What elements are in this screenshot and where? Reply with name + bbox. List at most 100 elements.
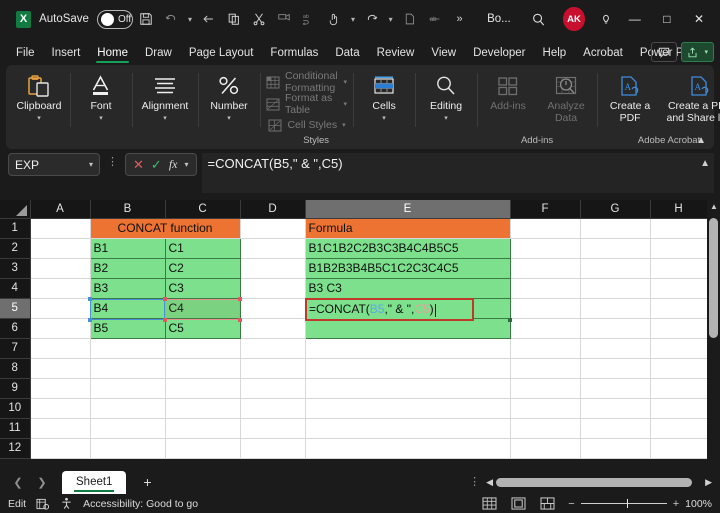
more-commands-icon[interactable]: » bbox=[448, 6, 471, 32]
format-painter-icon[interactable] bbox=[272, 6, 295, 32]
cell-b12[interactable] bbox=[90, 438, 166, 459]
ribbon-tab-insert[interactable]: Insert bbox=[44, 44, 89, 63]
create-pdf-button[interactable]: A Create a PDF bbox=[599, 73, 661, 125]
cell-a1[interactable] bbox=[30, 218, 91, 239]
cell-f6[interactable] bbox=[510, 318, 581, 339]
zoom-slider[interactable] bbox=[580, 499, 667, 508]
ribbon-tab-formulas[interactable]: Formulas bbox=[262, 44, 326, 63]
cell-g6[interactable] bbox=[580, 318, 651, 339]
cell-e3[interactable]: B1B2B3B4B5C1C2C3C4C5 bbox=[305, 258, 511, 279]
cell-d9[interactable] bbox=[240, 378, 306, 399]
column-header-c[interactable]: C bbox=[165, 200, 241, 219]
cell-a6[interactable] bbox=[30, 318, 91, 339]
number-chevron-down-icon[interactable]: ▾ bbox=[227, 115, 231, 122]
cell-d8[interactable] bbox=[240, 358, 306, 379]
cell-a4[interactable] bbox=[30, 278, 91, 299]
row-header-8[interactable]: 8 bbox=[0, 358, 31, 379]
triangle-left-icon[interactable]: ◀ bbox=[486, 477, 493, 488]
cell-g1[interactable] bbox=[580, 218, 651, 239]
vertical-scrollbar-thumb[interactable] bbox=[709, 218, 718, 338]
horizontal-scrollbar[interactable]: ◀ ▶ bbox=[486, 477, 712, 488]
cell-d11[interactable] bbox=[240, 418, 306, 439]
cell-d5[interactable] bbox=[240, 298, 306, 319]
chevron-left-icon[interactable]: ❮ bbox=[6, 471, 30, 493]
cell-b2[interactable]: B1 bbox=[90, 238, 166, 259]
cell-a12[interactable] bbox=[30, 438, 91, 459]
comment-icon[interactable] bbox=[651, 42, 678, 62]
cell-h2[interactable] bbox=[650, 238, 708, 259]
cell-e12[interactable] bbox=[305, 438, 511, 459]
cell-b10[interactable] bbox=[90, 398, 166, 419]
ribbon-tab-page-layout[interactable]: Page Layout bbox=[181, 44, 262, 63]
cell-c9[interactable] bbox=[165, 378, 241, 399]
cell-f11[interactable] bbox=[510, 418, 581, 439]
editing-button[interactable]: Editing ▾ bbox=[417, 73, 475, 123]
add-ins-button[interactable]: Add-ins bbox=[479, 73, 537, 114]
redo-icon[interactable] bbox=[360, 6, 383, 32]
cell-styles-chevron-down-icon[interactable]: ▾ bbox=[342, 121, 346, 129]
cell-styles-button[interactable]: Cell Styles ▾ bbox=[263, 115, 349, 135]
cell-a9[interactable] bbox=[30, 378, 91, 399]
cell-f2[interactable] bbox=[510, 238, 581, 259]
cell-a11[interactable] bbox=[30, 418, 91, 439]
cell-a10[interactable] bbox=[30, 398, 91, 419]
search-icon[interactable] bbox=[525, 6, 552, 32]
cell-b5[interactable]: B4 bbox=[90, 298, 166, 319]
spelling-icon[interactable]: ab bbox=[298, 6, 321, 32]
cell-d7[interactable] bbox=[240, 338, 306, 359]
number-button[interactable]: Number ▾ bbox=[200, 73, 258, 123]
cell-f10[interactable] bbox=[510, 398, 581, 419]
cell-h12[interactable] bbox=[650, 438, 708, 459]
cell-f1[interactable] bbox=[510, 218, 581, 239]
cell-f4[interactable] bbox=[510, 278, 581, 299]
more-vertical-icon[interactable]: ⋮ bbox=[469, 476, 480, 488]
chevron-up-icon[interactable]: ▲ bbox=[696, 135, 706, 146]
cell-c4[interactable]: C3 bbox=[165, 278, 241, 299]
cell-c11[interactable] bbox=[165, 418, 241, 439]
cell-g3[interactable] bbox=[580, 258, 651, 279]
row-header-9[interactable]: 9 bbox=[0, 378, 31, 399]
cell-g7[interactable] bbox=[580, 338, 651, 359]
cell-b11[interactable] bbox=[90, 418, 166, 439]
autosave-toggle[interactable]: Off bbox=[96, 9, 133, 29]
cell-d1[interactable] bbox=[240, 218, 306, 239]
cell-d3[interactable] bbox=[240, 258, 306, 279]
editing-chevron-down-icon[interactable]: ▾ bbox=[444, 115, 448, 122]
ribbon-tab-review[interactable]: Review bbox=[369, 44, 423, 63]
cell-g10[interactable] bbox=[580, 398, 651, 419]
cell-e6[interactable] bbox=[305, 318, 511, 339]
cell-c12[interactable] bbox=[165, 438, 241, 459]
cell-f3[interactable] bbox=[510, 258, 581, 279]
cell-e8[interactable] bbox=[305, 358, 511, 379]
ribbon-tab-file[interactable]: File bbox=[8, 44, 43, 63]
cell-b9[interactable] bbox=[90, 378, 166, 399]
cell-a8[interactable] bbox=[30, 358, 91, 379]
cell-a2[interactable] bbox=[30, 238, 91, 259]
fill-handle[interactable] bbox=[508, 318, 512, 322]
fx-chevron-down-icon[interactable]: ▾ bbox=[184, 160, 188, 169]
formula-input[interactable]: =CONCAT(B5," & ",C5) bbox=[201, 153, 714, 193]
cell-f12[interactable] bbox=[510, 438, 581, 459]
cell-h10[interactable] bbox=[650, 398, 708, 419]
touch-dropdown-icon[interactable]: ▾ bbox=[348, 6, 359, 32]
cell-d12[interactable] bbox=[240, 438, 306, 459]
cell-g5[interactable] bbox=[580, 298, 651, 319]
cell-d2[interactable] bbox=[240, 238, 306, 259]
fx-icon[interactable]: fx bbox=[169, 157, 178, 172]
column-header-h[interactable]: H bbox=[650, 200, 708, 219]
cell-c3[interactable]: C2 bbox=[165, 258, 241, 279]
font-button[interactable]: Font ▾ bbox=[72, 73, 130, 123]
cancel-x-icon[interactable]: ✕ bbox=[133, 157, 144, 173]
format-as-table-chevron-down-icon[interactable]: ▾ bbox=[344, 100, 348, 108]
cell-b6[interactable]: B5 bbox=[90, 318, 166, 339]
zoom-out-button[interactable]: − bbox=[568, 498, 574, 510]
cell-h11[interactable] bbox=[650, 418, 708, 439]
row-header-6[interactable]: 6 bbox=[0, 318, 31, 339]
cell-h5[interactable] bbox=[650, 298, 708, 319]
minimize-button[interactable]: — bbox=[620, 4, 650, 34]
ribbon-tab-developer[interactable]: Developer bbox=[465, 44, 533, 63]
cell-a5[interactable] bbox=[30, 298, 91, 319]
cell-e11[interactable] bbox=[305, 418, 511, 439]
maximize-button[interactable]: □ bbox=[652, 4, 682, 34]
cell-b3[interactable]: B2 bbox=[90, 258, 166, 279]
